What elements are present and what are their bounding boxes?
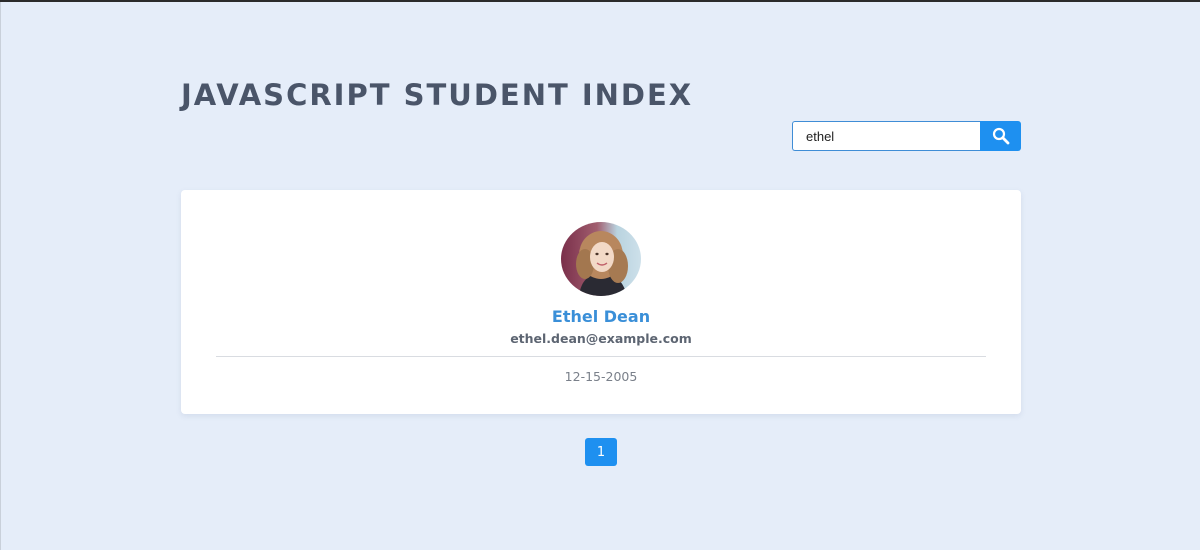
student-card: Ethel Dean ethel.dean@example.com 12-15-… [181,190,1021,414]
window-left-edge [0,2,1,550]
pagination: 1 [585,438,617,466]
student-photo [561,222,641,296]
student-avatar [561,222,641,296]
search-bar [792,121,1021,151]
student-join-date: 12-15-2005 [564,369,638,384]
page-title: JAVASCRIPT STUDENT INDEX [181,78,694,112]
student-name: Ethel Dean [551,307,651,326]
card-divider [216,356,986,357]
student-email: ethel.dean@example.com [510,331,692,346]
search-icon [992,127,1009,145]
search-input[interactable] [792,121,980,151]
page-button-1[interactable]: 1 [585,438,617,466]
window-top-border [0,0,1200,2]
search-button[interactable] [980,121,1021,151]
